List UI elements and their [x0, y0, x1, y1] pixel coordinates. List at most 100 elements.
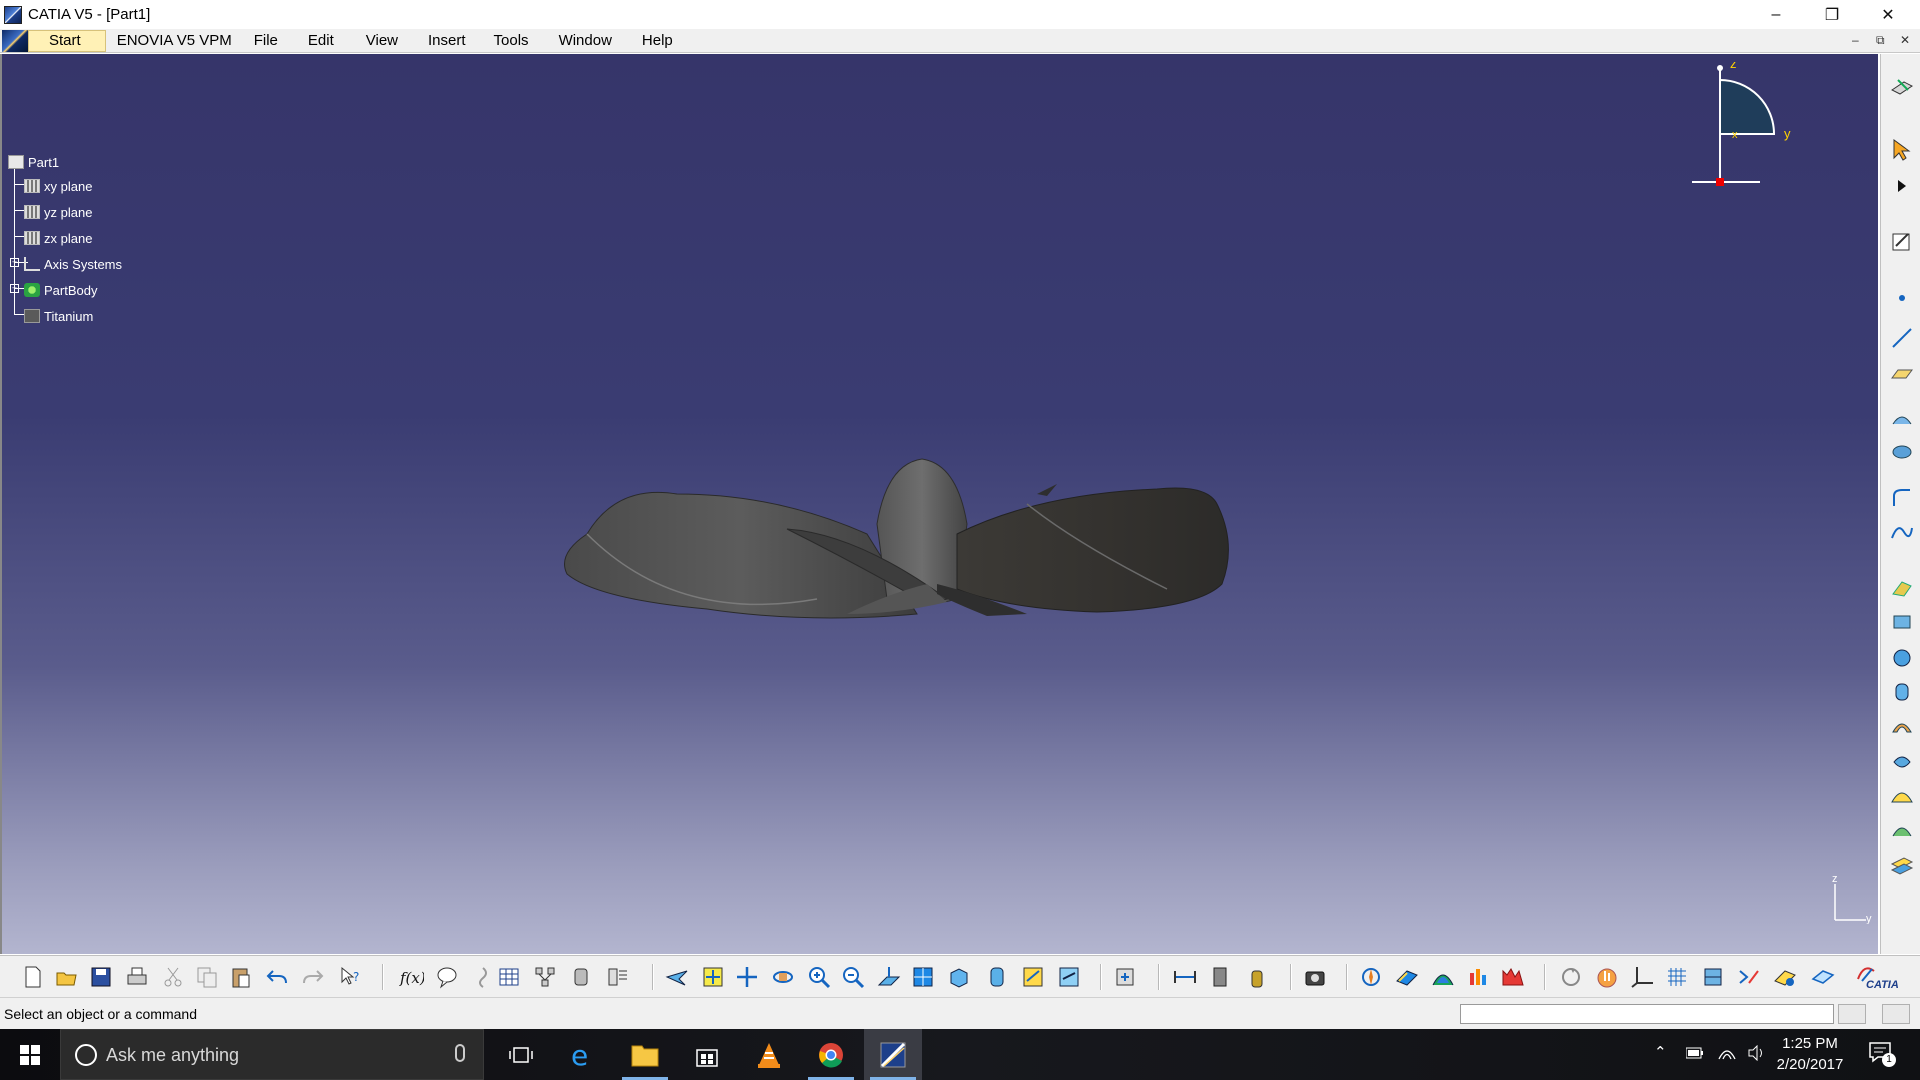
- corner-icon[interactable]: [1890, 486, 1914, 510]
- wifi-icon[interactable]: [1718, 1045, 1736, 1061]
- mdi-restore-button[interactable]: ⧉: [1876, 33, 1885, 48]
- curvature-icon[interactable]: [1466, 965, 1492, 989]
- catia-icon[interactable]: [864, 1029, 922, 1080]
- tree-item-part1[interactable]: Part1: [8, 152, 59, 172]
- pan-icon[interactable]: [734, 965, 760, 989]
- axis-system-icon[interactable]: [1630, 965, 1656, 989]
- menu-window[interactable]: Window: [548, 29, 623, 53]
- comment-icon[interactable]: [470, 965, 496, 989]
- revolve-icon[interactable]: [1890, 440, 1914, 464]
- point-icon[interactable]: [1890, 286, 1914, 310]
- menu-enovia[interactable]: ENOVIA V5 VPM: [106, 29, 243, 53]
- snap-icon[interactable]: [1736, 965, 1762, 989]
- close-button[interactable]: ✕: [1860, 0, 1916, 29]
- swap-space-icon[interactable]: [1056, 965, 1082, 989]
- fly-mode-icon[interactable]: [664, 965, 690, 989]
- action-center-icon[interactable]: 1: [1868, 1041, 1898, 1067]
- offset-icon[interactable]: [1890, 854, 1914, 878]
- zoom-out-icon[interactable]: [840, 965, 866, 989]
- update-icon[interactable]: [1558, 965, 1584, 989]
- draft-analysis-icon[interactable]: [1500, 965, 1526, 989]
- knowledge-advisor-icon[interactable]: [434, 965, 460, 989]
- catalog-icon[interactable]: [604, 965, 630, 989]
- tree-item-partbody[interactable]: PartBody: [24, 280, 97, 300]
- menu-insert[interactable]: Insert: [417, 29, 477, 53]
- propeller-model[interactable]: [557, 424, 1337, 644]
- surfacic-analysis-icon[interactable]: [1430, 965, 1456, 989]
- save-icon[interactable]: [88, 965, 114, 989]
- battery-icon[interactable]: [1686, 1047, 1704, 1059]
- vlc-icon[interactable]: [740, 1029, 798, 1080]
- copy-icon[interactable]: [194, 965, 220, 989]
- publish-icon[interactable]: [1112, 965, 1138, 989]
- rotate-icon[interactable]: [770, 965, 796, 989]
- sketcher-icon[interactable]: [1890, 230, 1914, 254]
- macros-icon[interactable]: [568, 965, 594, 989]
- normal-view-icon[interactable]: [876, 965, 902, 989]
- whats-this-icon[interactable]: ?: [338, 965, 364, 989]
- task-view-icon[interactable]: [492, 1029, 550, 1080]
- menu-help[interactable]: Help: [631, 29, 684, 53]
- plane-icon[interactable]: [1890, 362, 1914, 386]
- 3d-viewport[interactable]: Part1 xy plane yz plane zx plane + Axis …: [0, 54, 1878, 954]
- taskbar-clock[interactable]: 1:25 PM 2/20/2017: [1760, 1033, 1860, 1075]
- compass-widget[interactable]: z y x: [1680, 62, 1810, 192]
- mdi-close-button[interactable]: ✕: [1900, 33, 1910, 47]
- grid-icon[interactable]: [1664, 965, 1690, 989]
- expand-axis-systems-toggle[interactable]: +: [10, 258, 19, 267]
- measure-inertia-icon[interactable]: [1244, 965, 1270, 989]
- store-icon[interactable]: [678, 1029, 736, 1080]
- chrome-icon[interactable]: [802, 1029, 860, 1080]
- file-explorer-icon[interactable]: [616, 1029, 674, 1080]
- zoom-in-icon[interactable]: [806, 965, 832, 989]
- multi-section-icon[interactable]: [1890, 750, 1914, 774]
- tree-item-titanium[interactable]: Titanium: [24, 306, 93, 326]
- menu-start[interactable]: Start: [28, 29, 106, 52]
- select-arrow-icon[interactable]: [1890, 138, 1914, 162]
- power-input-button[interactable]: [1838, 1004, 1866, 1024]
- extrude-icon[interactable]: [1890, 406, 1914, 430]
- pad-icon[interactable]: [1890, 576, 1914, 600]
- blend-icon[interactable]: [1890, 818, 1914, 842]
- open-icon[interactable]: [54, 965, 80, 989]
- menu-view[interactable]: View: [355, 29, 409, 53]
- undo-icon[interactable]: [264, 965, 290, 989]
- fit-all-icon[interactable]: [700, 965, 726, 989]
- line-icon[interactable]: [1890, 326, 1914, 350]
- menu-file[interactable]: File: [243, 29, 289, 53]
- multi-view-icon[interactable]: [910, 965, 936, 989]
- work-on-support-icon[interactable]: [1700, 965, 1726, 989]
- sweep-icon[interactable]: [1890, 714, 1914, 738]
- tree-item-axis-systems[interactable]: Axis Systems: [24, 254, 122, 274]
- paste-icon[interactable]: [228, 965, 254, 989]
- compass-icon[interactable]: [1358, 965, 1384, 989]
- pocket-icon[interactable]: [1890, 610, 1914, 634]
- measure-between-icon[interactable]: [1172, 965, 1198, 989]
- restore-button[interactable]: ❐: [1804, 0, 1860, 29]
- tree-item-zx-plane[interactable]: zx plane: [24, 228, 92, 248]
- plane-view-icon[interactable]: [1890, 76, 1914, 100]
- graph-icon[interactable]: [532, 965, 558, 989]
- hide-show-icon[interactable]: [1020, 965, 1046, 989]
- expand-partbody-toggle[interactable]: +: [10, 284, 19, 293]
- capture-icon[interactable]: [1302, 965, 1328, 989]
- tray-chevron-icon[interactable]: ⌃: [1654, 1043, 1667, 1061]
- cortana-search-box[interactable]: Ask me anything: [60, 1029, 484, 1080]
- command-input[interactable]: [1460, 1004, 1834, 1024]
- analysis-icon[interactable]: [1394, 965, 1420, 989]
- cylinder-icon[interactable]: [1890, 680, 1914, 704]
- tree-item-xy-plane[interactable]: xy plane: [24, 176, 92, 196]
- table-icon[interactable]: [496, 965, 522, 989]
- fill-icon[interactable]: [1890, 784, 1914, 808]
- iso-view-icon[interactable]: [946, 965, 972, 989]
- menu-edit[interactable]: Edit: [297, 29, 345, 53]
- cursor-hand-icon[interactable]: [1594, 965, 1620, 989]
- microphone-icon[interactable]: [455, 1044, 465, 1062]
- 3d-support-icon[interactable]: [1810, 965, 1836, 989]
- sphere-icon[interactable]: [1890, 646, 1914, 670]
- edge-icon[interactable]: e: [554, 1029, 612, 1080]
- new-icon[interactable]: [20, 965, 46, 989]
- spline-icon[interactable]: [1890, 520, 1914, 544]
- redo-icon[interactable]: [300, 965, 326, 989]
- mdi-minimize-button[interactable]: –: [1852, 33, 1859, 47]
